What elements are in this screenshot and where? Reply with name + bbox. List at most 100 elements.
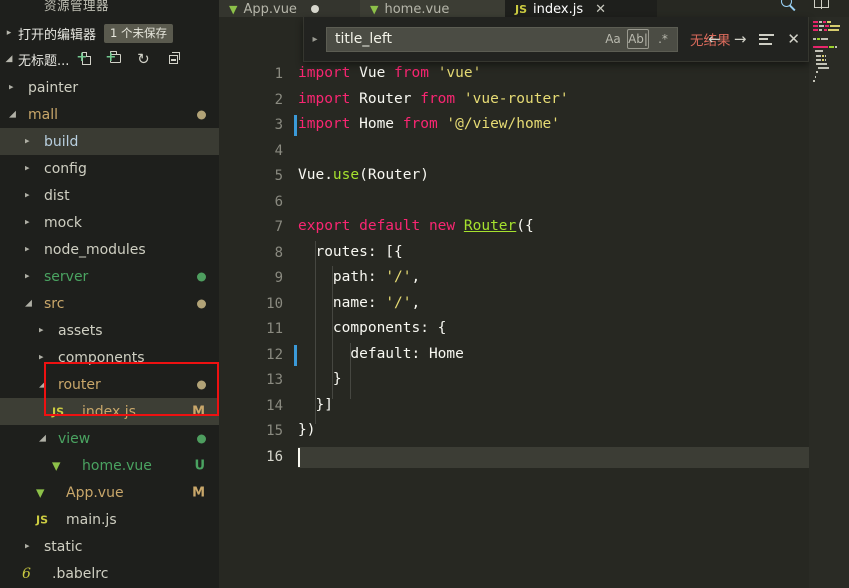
tree-item-label: server [44, 268, 89, 285]
whole-word-toggle[interactable]: Ab| [627, 29, 649, 49]
split-editor-icon[interactable] [812, 0, 832, 14]
code-editor[interactable]: 1 import Vue from 'vue' 2 import Router fro… [219, 17, 849, 588]
toggle-replace-icon[interactable]: ▸ [304, 34, 326, 45]
tab-close-icon[interactable]: ✕ [595, 2, 606, 17]
editor-tab-bar: ▼ App.vue ▼ home.vue JS index.js ✕ [219, 0, 849, 17]
git-status-dot [197, 110, 206, 119]
tree-item-node-modules[interactable]: ▸ node_modules [0, 236, 219, 263]
minimap-line [813, 25, 819, 28]
tree-item-mall[interactable]: ◢ mall [0, 101, 219, 128]
tab-app-vue[interactable]: ▼ App.vue [219, 0, 360, 17]
find-previous-button[interactable]: ← [708, 31, 721, 47]
section-untitled-workspace[interactable]: ◢ 无标题... + + ↻ [0, 48, 219, 70]
tree-item-components[interactable]: ▸ components [0, 344, 219, 371]
tree-item-static[interactable]: ▸ static [0, 533, 219, 560]
code-token: components: { [298, 320, 447, 336]
code-line: import Home from '@/view/home' [298, 116, 560, 132]
code-token: routes: [{ [298, 243, 403, 260]
code-token: (Router) [359, 167, 429, 183]
find-widget: ▸ Aa Ab| .* 无结果 ← → ✕ [303, 17, 809, 62]
js-file-icon: JS [36, 513, 49, 526]
minimap-line [819, 21, 822, 23]
minimap-line [835, 46, 838, 49]
code-token: import [298, 65, 360, 81]
tree-item-babelrc[interactable]: 6 .babelrc [0, 560, 219, 587]
find-next-button[interactable]: → [734, 31, 747, 47]
minimap-line [814, 75, 817, 78]
minimap-line [825, 25, 829, 28]
vue-file-icon: ▼ [52, 459, 61, 472]
code-token: from [420, 90, 464, 107]
minimap-line [825, 54, 827, 57]
code-token: , [411, 294, 421, 311]
tree-item-label: main.js [66, 511, 117, 528]
tree-item-label: view [58, 430, 91, 447]
refresh-icon[interactable]: ↻ [134, 50, 152, 68]
minimap-line [819, 29, 823, 32]
tree-item-dist[interactable]: ▸ dist [0, 182, 219, 209]
line-number: 2 [274, 91, 283, 108]
tree-item-app-vue[interactable]: ▼ App.vue M [0, 479, 219, 506]
code-token: ({ [516, 218, 534, 234]
regex-toggle[interactable]: .* [652, 29, 674, 49]
minimap-line [813, 79, 815, 82]
tree-item-src[interactable]: ◢ src [0, 290, 219, 317]
tree-item-home-vue[interactable]: ▼ home.vue U [0, 452, 219, 479]
chevron-right-icon: ▸ [25, 163, 30, 173]
chevron-down-icon: ◢ [25, 298, 32, 308]
tab-home-vue[interactable]: ▼ home.vue [360, 0, 505, 17]
tree-item-painter[interactable]: ▸ painter [0, 74, 219, 101]
minimap-line [813, 21, 819, 23]
git-status-dot [197, 434, 206, 443]
tab-index-js[interactable]: JS index.js ✕ [505, 0, 657, 17]
tree-item-router[interactable]: ◢ router [0, 371, 219, 398]
code-token: }) [298, 422, 316, 438]
tree-item-label: index.js [82, 403, 136, 420]
tab-dirty-indicator[interactable] [310, 5, 319, 13]
chevron-right-icon: ▸ [25, 244, 30, 254]
tree-item-label: router [58, 376, 101, 393]
new-file-icon[interactable]: + [76, 50, 94, 68]
tree-item-label: config [44, 160, 87, 177]
find-in-selection-toggle[interactable] [759, 33, 775, 45]
code-token: } [298, 371, 342, 387]
collapse-all-icon[interactable] [163, 50, 181, 68]
search-editor-icon[interactable] [778, 0, 800, 15]
tree-item-server[interactable]: ▸ server [0, 263, 219, 290]
tree-item-mock[interactable]: ▸ mock [0, 209, 219, 236]
code-line: components: { [298, 320, 447, 336]
code-token: '/' [385, 269, 412, 285]
line-number: 15 [266, 423, 283, 439]
chevron-down-icon: ◢ [39, 379, 46, 389]
code-token: Home [359, 116, 403, 132]
code-line: import Vue from 'vue' [298, 65, 481, 81]
match-case-toggle[interactable]: Aa [602, 29, 624, 49]
line-number: 12 [266, 346, 283, 363]
code-token: import [298, 90, 360, 107]
minimap[interactable] [809, 17, 849, 588]
tree-item-build[interactable]: ▸ build [0, 128, 219, 155]
tree-item-config[interactable]: ▸ config [0, 155, 219, 182]
section-open-editors[interactable]: ▸ 打开的编辑器 1 个未保存 [0, 22, 219, 44]
find-input[interactable] [327, 31, 602, 47]
code-token: use [332, 167, 360, 183]
line-number: 11 [266, 321, 283, 337]
line-number: 1 [274, 66, 283, 82]
code-token: Router [359, 90, 421, 107]
chevron-right-icon: ▸ [39, 352, 44, 362]
chevron-right-icon: ▸ [25, 217, 30, 227]
tree-item-label: App.vue [66, 484, 124, 501]
close-find-button[interactable]: ✕ [787, 31, 800, 47]
tree-item-assets[interactable]: ▸ assets [0, 317, 219, 344]
minimap-line [829, 46, 835, 49]
minimap-line [816, 71, 818, 74]
tree-item-index-js[interactable]: JS index.js M [0, 398, 219, 425]
vue-file-icon: ▼ [370, 3, 379, 16]
tree-item-main-js[interactable]: JS main.js [0, 506, 219, 533]
tree-item-view[interactable]: ◢ view [0, 425, 219, 452]
new-folder-icon[interactable]: + [105, 50, 123, 68]
tree-item-label: components [58, 349, 145, 366]
js-file-icon: JS [515, 3, 528, 16]
minimap-line [827, 21, 832, 23]
git-status-badge: M [192, 404, 205, 419]
